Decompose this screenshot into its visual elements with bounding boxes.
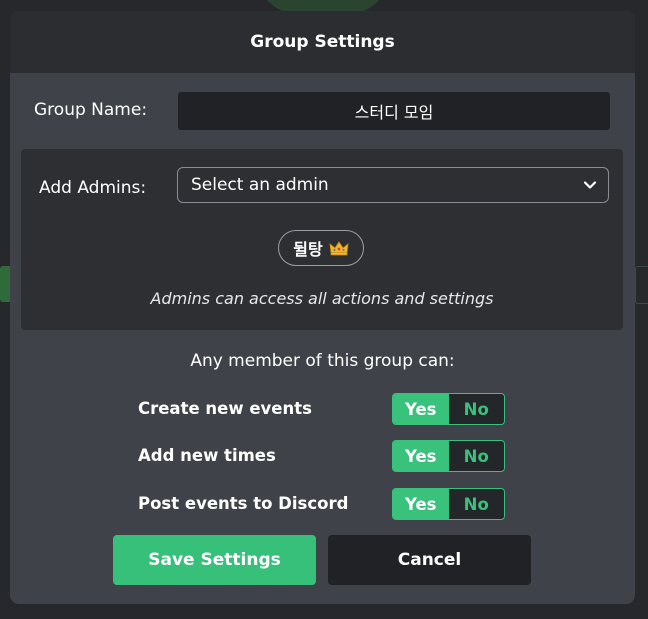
create-events-no[interactable]: No (448, 394, 504, 424)
post-discord-toggle: Yes No (392, 488, 505, 520)
admin-select-value: Select an admin (191, 175, 329, 195)
group-name-label: Group Name: (34, 100, 148, 120)
add-times-toggle: Yes No (392, 440, 505, 472)
create-events-toggle: Yes No (392, 393, 505, 425)
permission-label: Post events to Discord (138, 494, 349, 513)
group-settings-modal: Group Settings Group Name: Add Admins: S… (10, 11, 635, 604)
add-times-yes[interactable]: Yes (393, 441, 449, 471)
admin-note: Admins can access all actions and settin… (150, 289, 494, 308)
background-element-right (635, 266, 648, 304)
create-events-yes[interactable]: Yes (393, 394, 449, 424)
admin-chip-name: 뒬탕 (293, 240, 323, 259)
add-times-no[interactable]: No (448, 441, 504, 471)
permission-label: Add new times (138, 446, 276, 465)
admin-section: Add Admins: Select an admin 뒬탕 Admins ca… (21, 149, 623, 330)
admin-select[interactable]: Select an admin (177, 167, 609, 203)
permission-label: Create new events (138, 399, 312, 418)
group-name-input[interactable] (178, 92, 610, 130)
permission-row-post-discord: Post events to Discord Yes No (10, 488, 635, 520)
post-discord-yes[interactable]: Yes (393, 489, 449, 519)
chevron-down-icon (583, 181, 597, 189)
permission-row-create-events: Create new events Yes No (10, 393, 635, 425)
save-settings-button[interactable]: Save Settings (113, 535, 316, 585)
permission-row-add-times: Add new times Yes No (10, 440, 635, 472)
cancel-button[interactable]: Cancel (328, 535, 531, 585)
admin-chip[interactable]: 뒬탕 (278, 230, 364, 266)
group-name-row: Group Name: (10, 91, 635, 131)
permissions-heading: Any member of this group can: (190, 351, 455, 371)
modal-title: Group Settings (250, 32, 395, 52)
add-admins-label: Add Admins: (39, 178, 147, 198)
modal-header: Group Settings (10, 11, 635, 73)
post-discord-no[interactable]: No (448, 489, 504, 519)
crown-icon (329, 241, 349, 256)
